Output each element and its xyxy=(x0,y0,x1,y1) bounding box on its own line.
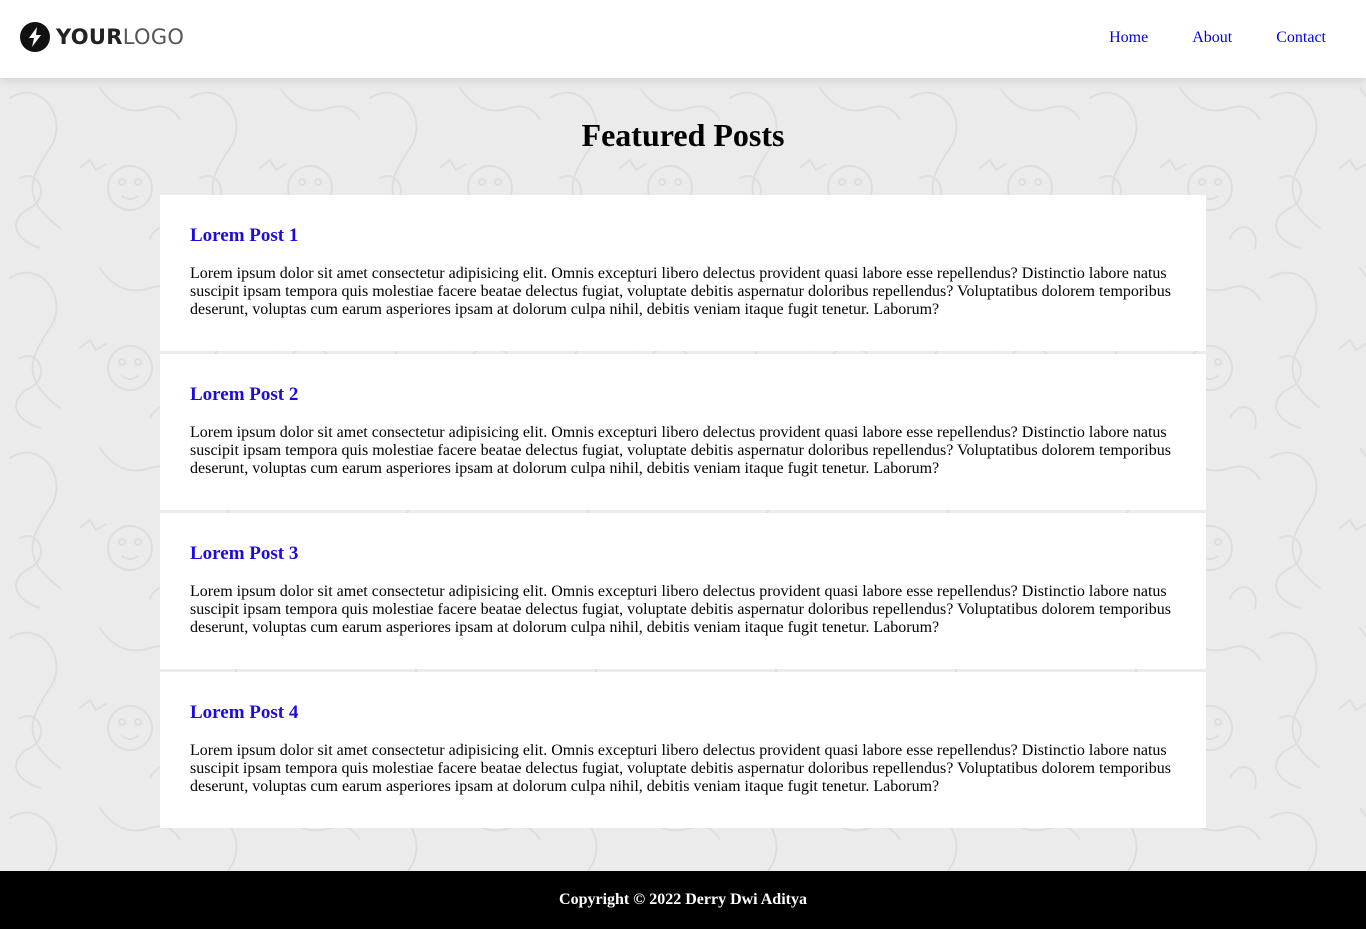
site-header: YOURLOGO Home About Contact xyxy=(0,0,1366,78)
copyright-text: Copyright © 2022 Derry Dwi Aditya xyxy=(559,891,807,908)
post-card: Lorem Post 3 Lorem ipsum dolor sit amet … xyxy=(160,513,1206,669)
site-footer: Copyright © 2022 Derry Dwi Aditya xyxy=(0,871,1366,929)
post-card: Lorem Post 1 Lorem ipsum dolor sit amet … xyxy=(160,195,1206,351)
nav-link-contact[interactable]: Contact xyxy=(1276,29,1326,47)
post-title[interactable]: Lorem Post 3 xyxy=(190,543,1176,565)
post-excerpt: Lorem ipsum dolor sit amet consectetur a… xyxy=(190,424,1171,477)
lightning-bolt-icon xyxy=(20,22,50,52)
site-logo[interactable]: YOURLOGO xyxy=(20,21,184,53)
post-list: Lorem Post 1 Lorem ipsum dolor sit amet … xyxy=(160,195,1206,831)
logo-text-strong: YOUR xyxy=(56,25,123,49)
nav-link-home[interactable]: Home xyxy=(1109,29,1148,47)
post-title[interactable]: Lorem Post 1 xyxy=(190,225,1176,247)
page-title: Featured Posts xyxy=(581,117,785,153)
main-nav: Home About Contact xyxy=(1065,29,1326,47)
logo-text-light: LOGO xyxy=(122,25,185,49)
nav-link-about[interactable]: About xyxy=(1192,29,1232,47)
post-title[interactable]: Lorem Post 4 xyxy=(190,702,1176,724)
post-card: Lorem Post 2 Lorem ipsum dolor sit amet … xyxy=(160,354,1206,510)
logo-text: YOURLOGO xyxy=(56,25,184,49)
post-excerpt: Lorem ipsum dolor sit amet consectetur a… xyxy=(190,742,1171,795)
post-excerpt: Lorem ipsum dolor sit amet consectetur a… xyxy=(190,265,1171,318)
post-title[interactable]: Lorem Post 2 xyxy=(190,384,1176,406)
post-excerpt: Lorem ipsum dolor sit amet consectetur a… xyxy=(190,583,1171,636)
post-card: Lorem Post 4 Lorem ipsum dolor sit amet … xyxy=(160,672,1206,828)
